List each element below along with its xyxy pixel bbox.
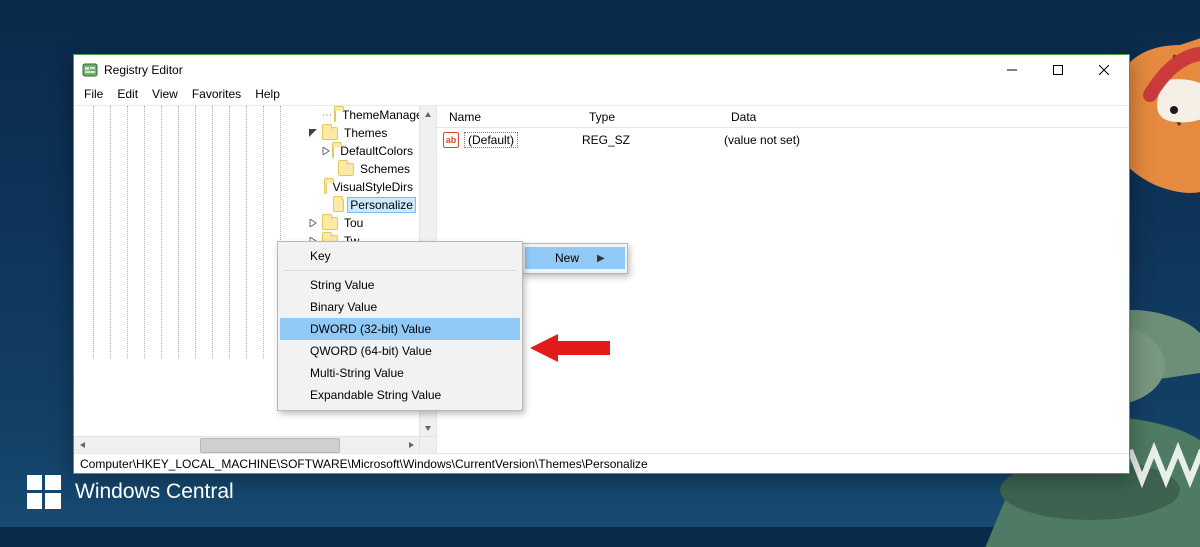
folder-icon <box>338 163 354 176</box>
scroll-left-icon[interactable] <box>74 437 91 453</box>
window-title: Registry Editor <box>104 63 183 77</box>
tree-node[interactable]: Themes <box>290 124 419 142</box>
chevron-right-icon[interactable] <box>322 147 330 155</box>
hscroll-thumb[interactable] <box>200 438 340 453</box>
folder-icon <box>333 199 344 212</box>
menu-help[interactable]: Help <box>249 86 286 102</box>
value-row[interactable]: ab (Default) REG_SZ(value not set) <box>443 130 1123 150</box>
context-menu: New ▶ <box>522 243 628 274</box>
submenu-arrow-icon: ▶ <box>579 253 605 264</box>
value-data: (value not set) <box>724 133 1123 147</box>
tree-node-label: VisualStyleDirs <box>331 180 415 194</box>
value-type: REG_SZ <box>582 133 724 147</box>
tree-node-label: DefaultColors <box>338 144 415 158</box>
tree-node-label: Tou <box>342 216 365 230</box>
tree-node[interactable]: DefaultColors <box>290 142 419 160</box>
value-name: (Default) <box>464 132 518 148</box>
scroll-right-icon[interactable] <box>402 437 419 453</box>
windows-logo-icon <box>27 475 61 509</box>
minimize-button[interactable] <box>989 55 1035 85</box>
branding-text: Windows Central <box>75 480 234 504</box>
folder-icon <box>332 145 334 158</box>
tree-node[interactable]: VisualStyleDirs <box>290 178 419 196</box>
regedit-icon <box>82 62 98 78</box>
folder-icon <box>322 217 338 230</box>
ctx-new[interactable]: New ▶ <box>525 247 625 269</box>
menu-view[interactable]: View <box>146 86 184 102</box>
scroll-corner <box>419 436 436 453</box>
ctx-new-binary[interactable]: Binary Value <box>280 296 520 318</box>
close-button[interactable] <box>1081 55 1127 85</box>
menu-bar: File Edit View Favorites Help <box>74 85 1129 105</box>
values-pane: Name Type Data ab (Default) REG_SZ(value n… <box>437 106 1129 453</box>
tree-node[interactable]: Personalize <box>290 196 419 214</box>
menu-file[interactable]: File <box>78 86 109 102</box>
column-headers[interactable]: Name Type Data <box>437 106 1129 128</box>
col-data[interactable]: Data <box>723 106 1129 127</box>
status-bar: Computer\HKEY_LOCAL_MACHINE\SOFTWARE\Mic… <box>74 453 1129 473</box>
values-list[interactable]: ab (Default) REG_SZ(value not set) <box>437 128 1129 453</box>
tree-node[interactable]: Schemes <box>290 160 419 178</box>
ctx-new-string[interactable]: String Value <box>280 274 520 296</box>
branding: Windows Central <box>27 475 234 509</box>
tree-node-label: Schemes <box>358 162 412 176</box>
chevron-down-icon[interactable] <box>306 129 320 137</box>
tree-node-label: Personalize <box>348 198 415 212</box>
status-path: Computer\HKEY_LOCAL_MACHINE\SOFTWARE\Mic… <box>80 457 648 471</box>
tree-node-label: Themes <box>342 126 389 140</box>
ctx-new-dword[interactable]: DWORD (32-bit) Value <box>280 318 520 340</box>
scroll-up-icon[interactable] <box>420 106 436 123</box>
titlebar[interactable]: Registry Editor <box>74 55 1129 85</box>
ctx-separator <box>284 270 516 271</box>
maximize-button[interactable] <box>1035 55 1081 85</box>
menu-favorites[interactable]: Favorites <box>186 86 247 102</box>
scroll-down-icon[interactable] <box>420 419 436 436</box>
folder-icon <box>322 127 338 140</box>
chevron-right-icon[interactable] <box>306 219 320 227</box>
col-type[interactable]: Type <box>581 106 723 127</box>
ctx-new-expandstring[interactable]: Expandable String Value <box>280 384 520 406</box>
string-value-icon: ab <box>443 132 459 148</box>
tree-node-label: ThemeManager <box>340 108 419 122</box>
menu-edit[interactable]: Edit <box>111 86 144 102</box>
folder-icon <box>334 109 336 122</box>
tree-connector-icon[interactable]: ⋯ <box>322 110 332 121</box>
folder-icon <box>324 181 326 194</box>
context-submenu-new: Key String Value Binary Value DWORD (32-… <box>277 241 523 411</box>
tree-horizontal-scrollbar[interactable] <box>74 436 419 453</box>
ctx-new-qword[interactable]: QWORD (64-bit) Value <box>280 340 520 362</box>
ctx-new-multistring[interactable]: Multi-String Value <box>280 362 520 384</box>
tree-node[interactable]: Tou <box>290 214 419 232</box>
col-name[interactable]: Name <box>441 106 581 127</box>
tree-node[interactable]: ⋯ ThemeManager <box>290 106 419 124</box>
ctx-new-key[interactable]: Key <box>280 245 520 267</box>
